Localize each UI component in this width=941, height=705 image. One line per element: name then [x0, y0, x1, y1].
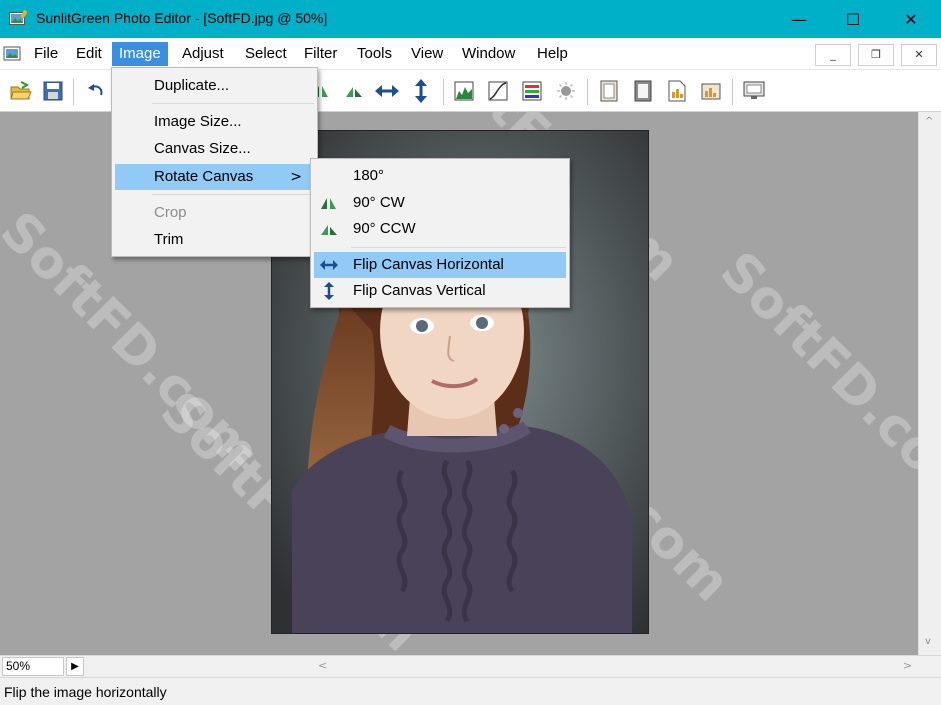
- curves-icon: [488, 81, 508, 101]
- document-button[interactable]: [665, 79, 689, 103]
- color-balance-icon: [522, 81, 542, 101]
- menu-separator: [152, 194, 314, 195]
- flip-horizontal-icon: [320, 257, 338, 273]
- brightness-icon: [557, 82, 575, 100]
- toolbar-separator: [73, 79, 74, 105]
- menu-file[interactable]: File: [27, 42, 65, 66]
- scroll-up-icon[interactable]: ^: [925, 116, 933, 127]
- undo-button[interactable]: [84, 79, 108, 103]
- minimize-icon: —: [791, 9, 807, 29]
- monitor-button[interactable]: [742, 79, 766, 103]
- menu-item-label: Rotate Canvas: [154, 168, 254, 185]
- flip-horizontal-button[interactable]: [375, 79, 399, 103]
- toolbar-separator: [732, 79, 733, 105]
- menu-separator: [351, 247, 566, 248]
- undo-icon: [88, 84, 103, 96]
- status-bar: Flip the image horizontally: [0, 677, 941, 705]
- vertical-scrollbar[interactable]: ^ v: [918, 112, 941, 655]
- rotate-ccw-button[interactable]: [342, 79, 366, 103]
- canvas-icon: [701, 83, 721, 100]
- menu-item-canvas-size[interactable]: Canvas Size...: [115, 136, 314, 162]
- menu-item-image-size[interactable]: Image Size...: [115, 109, 314, 135]
- open-icon: [10, 81, 32, 100]
- menu-adjust[interactable]: Adjust: [175, 42, 231, 66]
- menu-view[interactable]: View: [404, 42, 450, 66]
- save-button[interactable]: [41, 79, 65, 103]
- canvas-button[interactable]: [699, 79, 723, 103]
- rotate-canvas-submenu: 180° 90° CW 90° CCW Flip Canvas Horizont…: [310, 158, 570, 308]
- zoom-arrow-icon[interactable]: ▶: [66, 657, 84, 676]
- brightness-button[interactable]: [554, 79, 578, 103]
- document-menu-icon[interactable]: [3, 44, 23, 64]
- frame-button[interactable]: [597, 79, 621, 103]
- menu-bar: File Edit Image Adjust Select Filter Too…: [0, 38, 941, 70]
- menu-image[interactable]: Image: [112, 42, 168, 66]
- minimize-button[interactable]: —: [776, 0, 822, 38]
- levels-icon: [454, 81, 474, 101]
- levels-button[interactable]: [452, 79, 476, 103]
- document-icon: [668, 80, 686, 102]
- menu-item-rotate-canvas[interactable]: Rotate Canvas >: [115, 164, 314, 190]
- scroll-right-icon[interactable]: >: [903, 659, 912, 672]
- maximize-icon: ☐: [845, 9, 861, 29]
- menu-window[interactable]: Window: [455, 42, 522, 66]
- menu-item-rotate-90-cw[interactable]: 90° CW: [314, 190, 566, 216]
- curves-button[interactable]: [486, 79, 510, 103]
- menu-filter[interactable]: Filter: [297, 42, 344, 66]
- navigation-bar: 50% ▶ < >: [0, 655, 941, 677]
- menu-item-label: Flip Canvas Horizontal: [353, 256, 504, 273]
- status-text: Flip the image horizontally: [4, 684, 167, 700]
- flip-vertical-icon: [320, 282, 338, 300]
- scroll-left-icon[interactable]: <: [318, 659, 327, 672]
- rotate-ccw-icon: [320, 221, 338, 237]
- flip-horizontal-icon: [375, 85, 399, 97]
- menu-item-rotate-180[interactable]: 180°: [314, 163, 566, 189]
- submenu-arrow-icon: >: [290, 169, 302, 185]
- menu-help[interactable]: Help: [530, 42, 575, 66]
- maximize-button[interactable]: ☐: [830, 0, 876, 38]
- app-icon: [9, 10, 27, 25]
- flip-vertical-button[interactable]: [409, 79, 433, 103]
- title-bar: SunlitGreen Photo Editor - [SoftFD.jpg @…: [0, 0, 941, 38]
- menu-separator: [152, 103, 314, 104]
- mdi-minimize-button[interactable]: _: [815, 44, 851, 66]
- scroll-down-icon[interactable]: v: [925, 636, 931, 647]
- image-menu: Duplicate... Image Size... Canvas Size..…: [111, 67, 318, 257]
- flip-vertical-icon: [415, 79, 427, 103]
- menu-item-rotate-90-ccw[interactable]: 90° CCW: [314, 216, 566, 242]
- open-button[interactable]: [9, 79, 33, 103]
- rotate-ccw-icon: [346, 87, 362, 97]
- menu-tools[interactable]: Tools: [350, 42, 399, 66]
- watermark: SoftFD.com: [708, 240, 918, 524]
- menu-item-label: 90° CW: [353, 194, 405, 211]
- menu-item-label: Flip Canvas Vertical: [353, 282, 486, 299]
- menu-item-duplicate[interactable]: Duplicate...: [115, 73, 314, 99]
- window-title: SunlitGreen Photo Editor - [SoftFD.jpg @…: [36, 10, 328, 26]
- border-button[interactable]: [631, 79, 655, 103]
- menu-item-flip-horizontal[interactable]: Flip Canvas Horizontal: [314, 252, 566, 278]
- menu-select[interactable]: Select: [238, 42, 294, 66]
- menu-item-trim[interactable]: Trim: [115, 227, 314, 253]
- menu-item-label: 90° CCW: [353, 220, 416, 237]
- close-button[interactable]: ✕: [888, 0, 934, 38]
- mdi-close-button[interactable]: ✕: [901, 44, 937, 66]
- frame-icon: [600, 80, 618, 102]
- color-balance-button[interactable]: [520, 79, 544, 103]
- save-icon: [43, 81, 63, 101]
- close-icon: ✕: [904, 9, 918, 29]
- menu-item-crop: Crop: [154, 204, 187, 221]
- toolbar-separator: [587, 79, 588, 105]
- rotate-cw-icon: [320, 195, 338, 211]
- zoom-input[interactable]: 50%: [2, 657, 64, 676]
- toolbar-separator: [443, 79, 444, 105]
- monitor-icon: [743, 81, 765, 99]
- mdi-restore-button[interactable]: ❐: [858, 44, 894, 66]
- menu-item-flip-vertical[interactable]: Flip Canvas Vertical: [314, 278, 566, 304]
- border-icon: [634, 80, 652, 102]
- menu-edit[interactable]: Edit: [69, 42, 109, 66]
